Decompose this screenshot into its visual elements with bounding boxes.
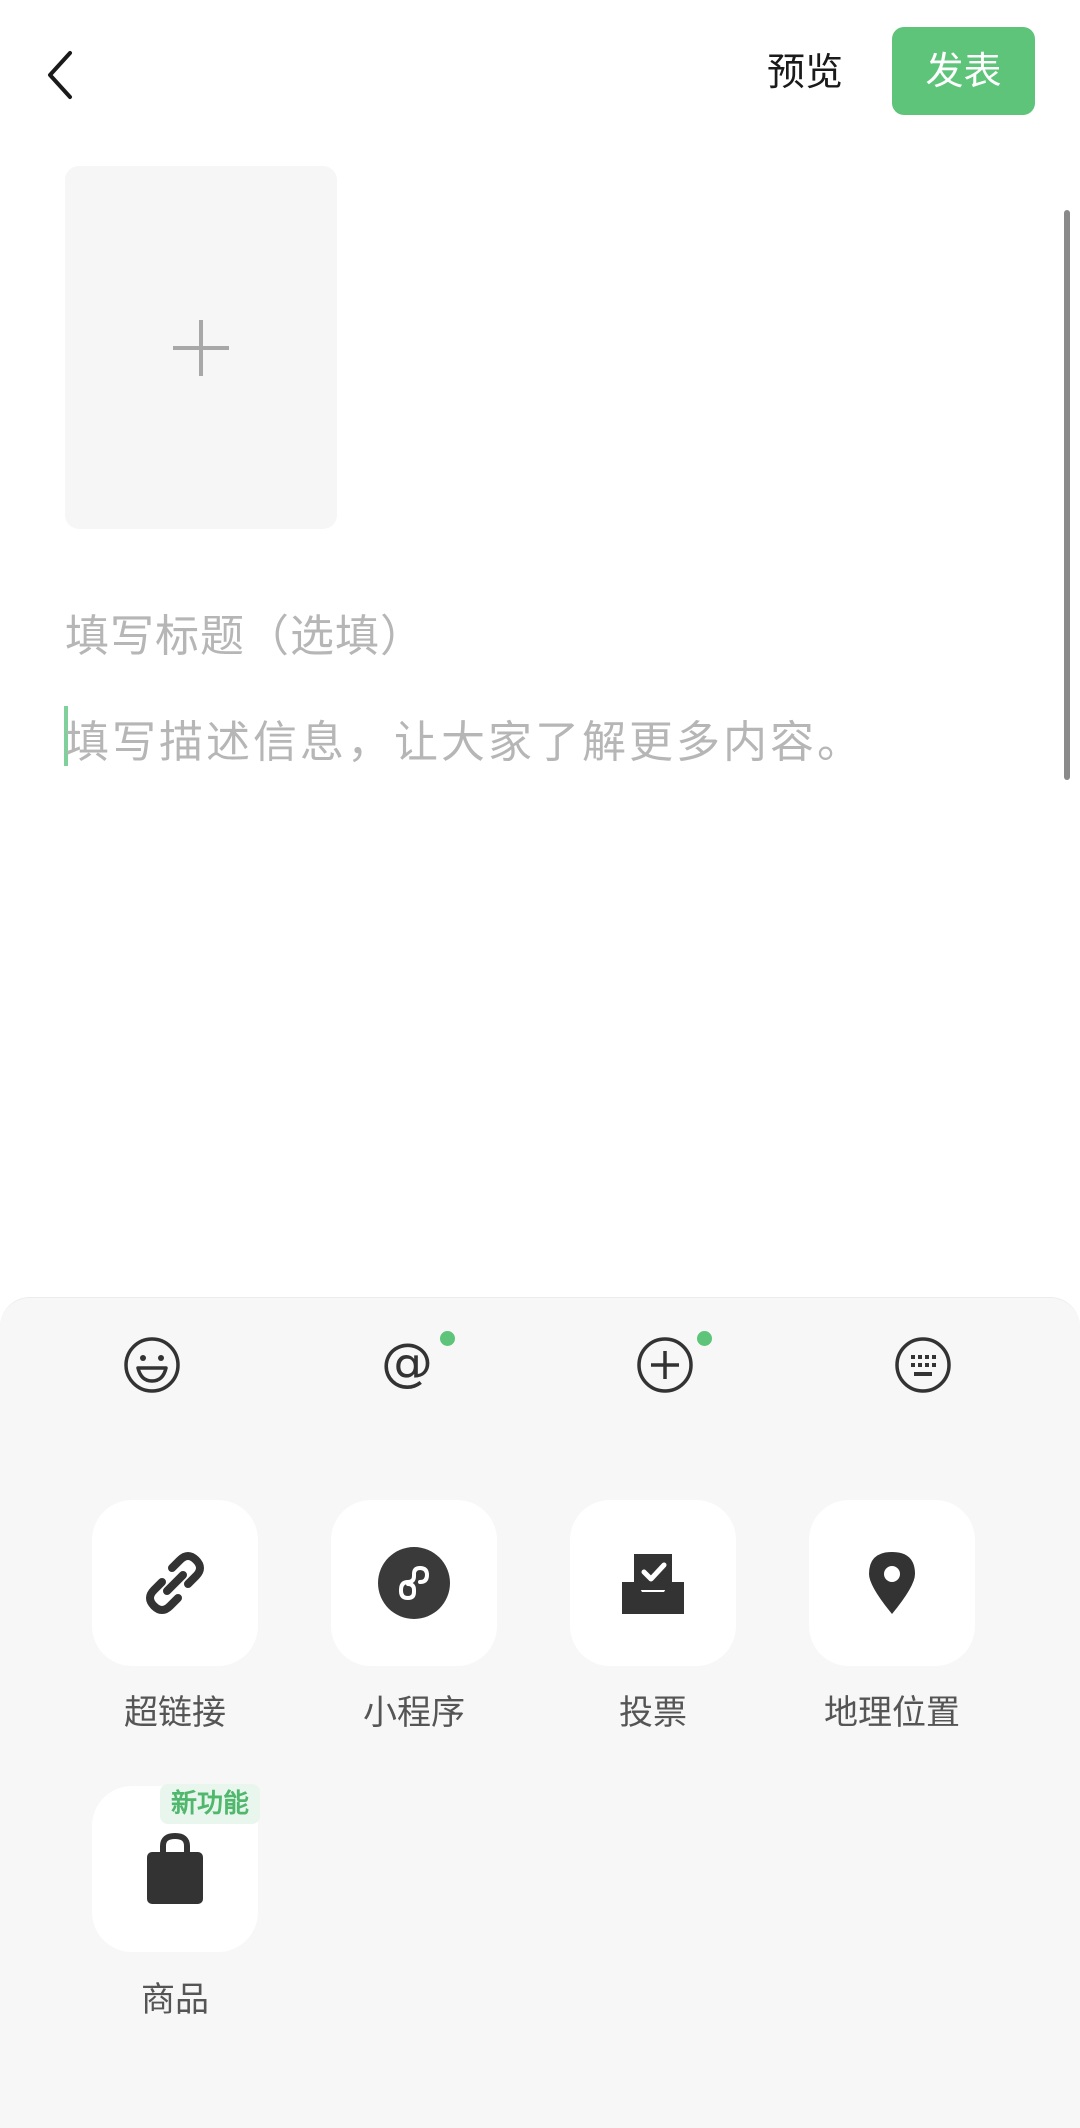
description-input[interactable]: 填写描述信息，让大家了解更多内容。 xyxy=(65,706,864,770)
mini-program-button[interactable] xyxy=(331,1500,497,1666)
shopping-bag-icon xyxy=(147,1832,203,1904)
keyboard-button[interactable] xyxy=(888,1330,958,1400)
emoji-icon xyxy=(124,1337,180,1393)
mention-button[interactable]: @ xyxy=(372,1330,442,1400)
hyperlink-button[interactable] xyxy=(92,1500,258,1666)
location-icon xyxy=(869,1552,915,1614)
location-label: 地理位置 xyxy=(824,1693,960,1733)
chevron-left-icon xyxy=(48,51,72,99)
svg-text:@: @ xyxy=(381,1336,433,1393)
keyboard-icon xyxy=(895,1337,951,1393)
plus-icon xyxy=(173,319,229,376)
mention-new-dot xyxy=(440,1331,455,1346)
add-button[interactable] xyxy=(630,1330,700,1400)
emoji-button[interactable] xyxy=(117,1330,187,1400)
add-circle-icon xyxy=(637,1337,693,1393)
link-icon xyxy=(146,1552,204,1614)
add-new-dot xyxy=(697,1331,712,1346)
new-feature-badge: 新功能 xyxy=(160,1784,260,1824)
title-input[interactable]: 填写标题（选填） xyxy=(65,600,425,664)
product-label: 商品 xyxy=(141,1980,209,2020)
vote-label: 投票 xyxy=(619,1693,687,1733)
mini-program-icon xyxy=(378,1547,450,1619)
location-button[interactable] xyxy=(809,1500,975,1666)
back-button[interactable] xyxy=(30,40,90,110)
at-mention-icon: @ xyxy=(381,1336,433,1393)
scrollbar[interactable] xyxy=(1064,210,1070,780)
vote-icon xyxy=(622,1554,684,1614)
vote-button[interactable] xyxy=(570,1500,736,1666)
preview-button[interactable]: 预览 xyxy=(745,40,865,104)
publish-button[interactable]: 发表 xyxy=(892,27,1035,115)
cover-upload-button[interactable] xyxy=(65,166,337,529)
mini-program-label: 小程序 xyxy=(363,1693,465,1733)
hyperlink-label: 超链接 xyxy=(124,1693,226,1733)
